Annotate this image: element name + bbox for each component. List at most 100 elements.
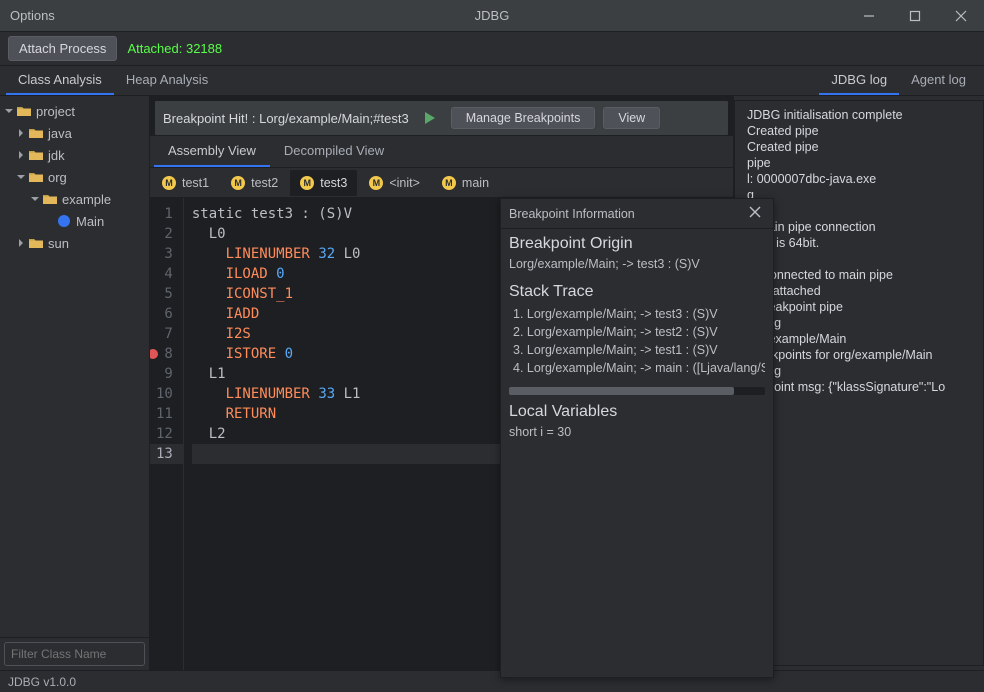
analysis-tab-1[interactable]: Heap Analysis	[114, 66, 220, 95]
method-tab-test2[interactable]: Mtest2	[221, 170, 288, 196]
log-line: breakpoints for org/example/Main	[739, 347, 979, 363]
breakpoint-toolbar: Breakpoint Hit! : Lorg/example/Main;#tes…	[154, 100, 729, 136]
line-number: 2	[164, 224, 172, 244]
log-tab-1[interactable]: Agent log	[899, 66, 978, 95]
log-tab-0[interactable]: JDBG log	[819, 66, 899, 95]
gutter-line[interactable]: 13	[150, 444, 183, 464]
scrollbar-thumb[interactable]	[509, 387, 734, 395]
method-icon: M	[442, 176, 456, 190]
stack-trace-title: Stack Trace	[501, 277, 773, 303]
gutter-line[interactable]: 12	[150, 424, 183, 444]
chevron-down-icon[interactable]	[14, 173, 28, 181]
log-line: cted	[739, 251, 979, 267]
method-icon: M	[231, 176, 245, 190]
line-number: 11	[156, 404, 173, 424]
stack-frame[interactable]: 4. Lorg/example/Main; -> main : ([Ljava/…	[513, 359, 765, 377]
method-tab-init[interactable]: M <init>	[359, 170, 430, 196]
log-line: org/example/Main	[739, 331, 979, 347]
close-button[interactable]	[938, 0, 984, 31]
editor-gutter[interactable]: 12345678910111213	[150, 198, 184, 670]
log-line: pipe	[739, 203, 979, 219]
log-line: eakpoint msg: {"klassSignature":"Lo	[739, 379, 979, 395]
breakpoint-info-title: Breakpoint Information	[509, 207, 635, 221]
scrollbar[interactable]	[509, 387, 765, 395]
log-line: g main pipe connection	[739, 219, 979, 235]
attach-process-button[interactable]: Attach Process	[8, 36, 117, 61]
tree-item-sun[interactable]: sun	[0, 232, 149, 254]
minimize-button[interactable]	[846, 0, 892, 31]
tree-item-label: java	[48, 126, 72, 141]
method-tabs: Mtest1Mtest2Mtest3M<init>Mmain	[150, 168, 733, 198]
tree-item-project[interactable]: project	[0, 100, 149, 122]
gutter-line[interactable]: 7	[150, 324, 183, 344]
gutter-line[interactable]: 10	[150, 384, 183, 404]
stack-trace-list[interactable]: 1. Lorg/example/Main; -> test3 : (S)V2. …	[501, 303, 773, 383]
analysis-tab-0[interactable]: Class Analysis	[6, 66, 114, 95]
menu-options[interactable]: Options	[10, 8, 55, 23]
breakpoint-dot-icon[interactable]	[150, 349, 158, 359]
class-tree[interactable]: project java jdkorgexample Main sun	[0, 96, 149, 637]
gutter-line[interactable]: 4	[150, 264, 183, 284]
gutter-line[interactable]: 9	[150, 364, 183, 384]
stack-frame[interactable]: 2. Lorg/example/Main; -> test2 : (S)V	[513, 323, 765, 341]
view-tab-1[interactable]: Decompiled View	[270, 136, 398, 167]
center-pane: Breakpoint Hit! : Lorg/example/Main;#tes…	[150, 96, 734, 670]
gutter-line[interactable]: 3	[150, 244, 183, 264]
view-tab-0[interactable]: Assembly View	[154, 136, 270, 167]
log-line: JDBG initialisation complete	[739, 107, 979, 123]
gutter-line[interactable]: 1	[150, 204, 183, 224]
resume-icon[interactable]	[417, 106, 443, 130]
gutter-line[interactable]: 2	[150, 224, 183, 244]
method-tab-label: <init>	[389, 176, 420, 190]
line-number: 1	[164, 204, 172, 224]
tree-item-jdk[interactable]: jdk	[0, 144, 149, 166]
method-tab-main[interactable]: Mmain	[432, 170, 499, 196]
gutter-line[interactable]: 11	[150, 404, 183, 424]
filter-input[interactable]	[4, 642, 145, 666]
origin-title: Breakpoint Origin	[501, 229, 773, 255]
stack-frame[interactable]: 1. Lorg/example/Main; -> test3 : (S)V	[513, 305, 765, 323]
line-number: 7	[164, 324, 172, 344]
folder-icon	[28, 170, 44, 184]
gutter-line[interactable]: 5	[150, 284, 183, 304]
method-icon: M	[369, 176, 383, 190]
tree-item-example[interactable]: example	[0, 188, 149, 210]
sidebar: project java jdkorgexample Main sun	[0, 96, 150, 670]
maximize-button[interactable]	[892, 0, 938, 31]
tree-item-label: Main	[76, 214, 104, 229]
chevron-down-icon[interactable]	[2, 107, 16, 115]
breakpoint-hit-label: Breakpoint Hit! : Lorg/example/Main;#tes…	[163, 111, 409, 126]
filter-box	[0, 637, 149, 670]
stack-frame[interactable]: 3. Lorg/example/Main; -> test1 : (S)V	[513, 341, 765, 359]
version-label: JDBG v1.0.0	[8, 675, 76, 689]
manage-breakpoints-button[interactable]: Manage Breakpoints	[451, 107, 596, 129]
method-tab-label: test2	[251, 176, 278, 190]
line-number: 6	[164, 304, 172, 324]
gutter-line[interactable]: 6	[150, 304, 183, 324]
view-button[interactable]: View	[603, 107, 660, 129]
folder-icon	[16, 104, 32, 118]
editor-wrap: 12345678910111213 static test3 : (S)V L0…	[150, 198, 733, 670]
tree-item-java[interactable]: java	[0, 122, 149, 144]
log-line: as connected to main pipe	[739, 267, 979, 283]
chevron-right-icon[interactable]	[14, 129, 28, 137]
log-line: Created pipe	[739, 123, 979, 139]
locals-title: Local Variables	[501, 397, 773, 423]
chevron-right-icon[interactable]	[14, 151, 28, 159]
main-split: project java jdkorgexample Main sun Breakpoi…	[0, 96, 984, 670]
method-tab-label: test3	[320, 176, 347, 190]
view-tabs: Assembly ViewDecompiled View	[150, 136, 733, 168]
tree-item-org[interactable]: org	[0, 166, 149, 188]
method-tab-test3[interactable]: Mtest3	[290, 170, 357, 196]
line-number: 10	[156, 384, 173, 404]
chevron-right-icon[interactable]	[14, 239, 28, 247]
gutter-line[interactable]: 8	[150, 344, 183, 364]
tree-item-Main[interactable]: Main	[0, 210, 149, 232]
method-tab-test1[interactable]: Mtest1	[152, 170, 219, 196]
close-icon[interactable]	[745, 202, 765, 225]
method-tab-label: main	[462, 176, 489, 190]
window-controls	[846, 0, 984, 31]
locals-list: short i = 30	[501, 423, 773, 677]
chevron-down-icon[interactable]	[28, 195, 42, 203]
folder-icon	[28, 236, 44, 250]
